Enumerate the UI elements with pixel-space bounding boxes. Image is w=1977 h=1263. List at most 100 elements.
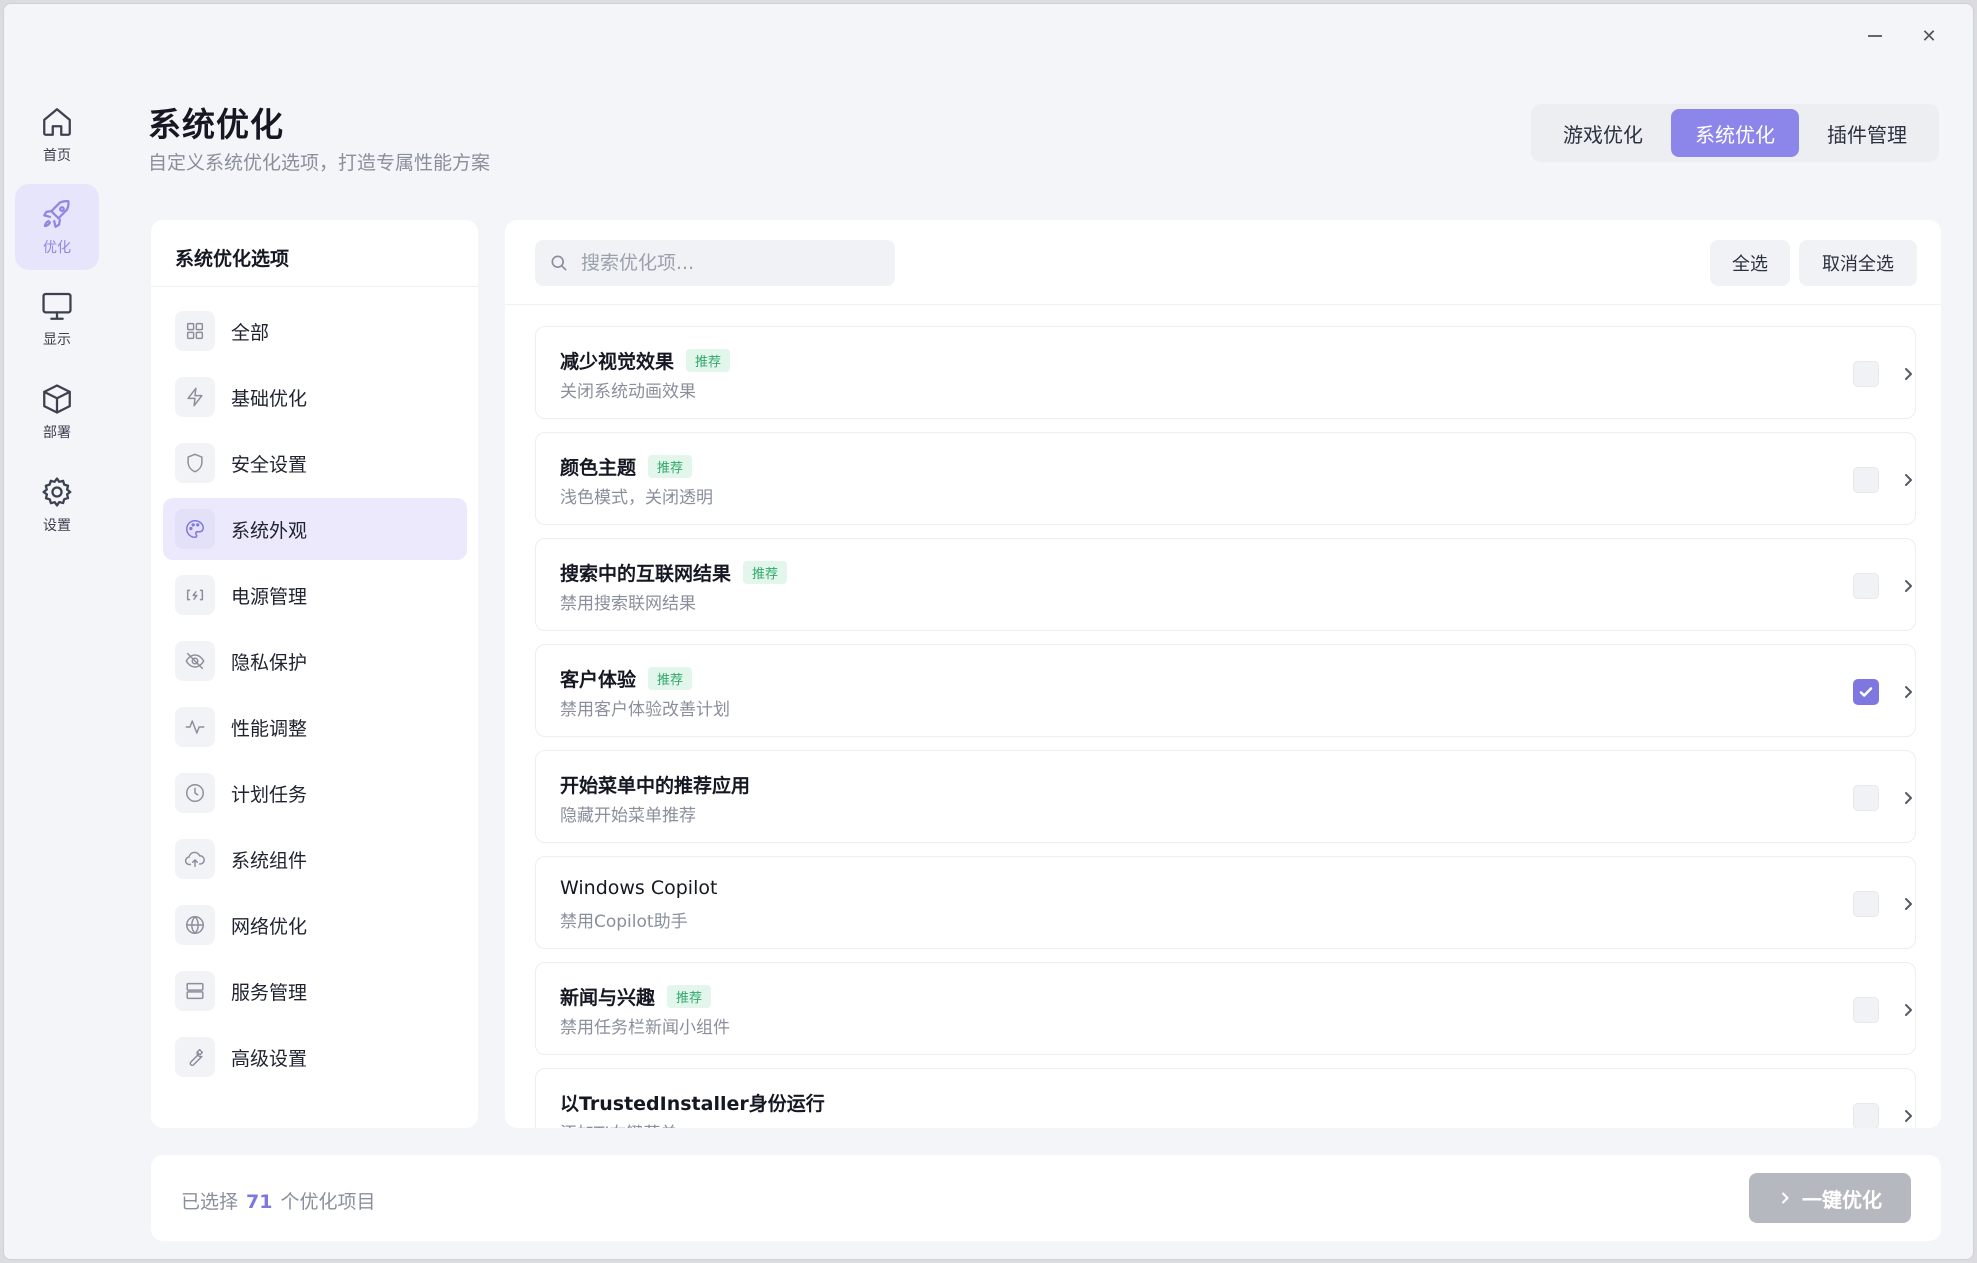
minimize-button[interactable] xyxy=(1855,22,1895,50)
nav-item-deploy[interactable]: 部署 xyxy=(15,369,99,455)
category-item-appearance[interactable]: 系统外观 xyxy=(163,498,467,560)
option-checkbox[interactable] xyxy=(1853,573,1879,599)
battery-icon xyxy=(186,589,204,601)
option-row[interactable]: Windows Copilot 禁用Copilot助手 xyxy=(535,856,1916,949)
option-title: 新闻与兴趣 推荐 xyxy=(560,983,712,1010)
expand-button[interactable] xyxy=(1896,361,1920,387)
selection-suffix: 个优化项目 xyxy=(280,1191,376,1213)
recommend-badge: 推荐 xyxy=(743,561,788,584)
check-icon xyxy=(1859,687,1873,697)
one-click-optimize-label: 一键优化 xyxy=(1802,1187,1882,1212)
box-icon xyxy=(43,384,71,414)
search-box xyxy=(535,240,895,286)
option-row[interactable]: 以TrustedInstaller身份运行 添加TI右键菜单 xyxy=(535,1068,1916,1128)
option-title: 客户体验 推荐 xyxy=(560,665,693,692)
nav-item-label: 设置 xyxy=(43,518,71,534)
category-label: 基础优化 xyxy=(231,387,308,410)
top-tab-bar: 游戏优化 系统优化 插件管理 xyxy=(1531,104,1939,162)
chevron-right-icon xyxy=(1905,474,1912,486)
eye-off-icon xyxy=(185,652,205,670)
server-icon xyxy=(186,982,204,1000)
expand-button[interactable] xyxy=(1896,891,1920,917)
divider xyxy=(505,304,1941,305)
wrench-icon xyxy=(189,1048,204,1067)
option-description: 关闭系统动画效果 xyxy=(560,382,696,402)
expand-button[interactable] xyxy=(1896,1103,1920,1128)
recommend-badge: 推荐 xyxy=(648,667,693,690)
category-item-advanced[interactable]: 高级设置 xyxy=(163,1026,467,1088)
option-checkbox-checked[interactable] xyxy=(1853,679,1879,705)
nav-item-optimize[interactable]: 优化 xyxy=(15,184,99,270)
option-row[interactable]: 新闻与兴趣 推荐 禁用任务栏新闻小组件 xyxy=(535,962,1916,1055)
chevron-right-icon xyxy=(1905,580,1912,592)
option-row[interactable]: 开始菜单中的推荐应用 隐藏开始菜单推荐 xyxy=(535,750,1916,843)
option-description: 禁用搜索联网结果 xyxy=(560,594,696,614)
option-row[interactable]: 搜索中的互联网结果 推荐 禁用搜索联网结果 xyxy=(535,538,1916,631)
category-item-performance[interactable]: 性能调整 xyxy=(163,696,467,758)
option-title-text: 客户体验 xyxy=(560,669,637,691)
category-item-security[interactable]: 安全设置 xyxy=(163,432,467,494)
category-item-all[interactable]: 全部 xyxy=(163,300,467,362)
category-item-components[interactable]: 系统组件 xyxy=(163,828,467,890)
option-title-text: 开始菜单中的推荐应用 xyxy=(560,775,751,797)
nav-item-label: 部署 xyxy=(43,425,71,441)
gear-icon xyxy=(42,477,72,507)
tab-plugin-manage[interactable]: 插件管理 xyxy=(1803,109,1931,157)
recommend-badge: 推荐 xyxy=(648,455,693,478)
category-label: 安全设置 xyxy=(231,453,308,476)
close-button[interactable]: ✕ xyxy=(1909,22,1949,50)
option-checkbox[interactable] xyxy=(1853,891,1879,917)
select-all-button[interactable]: 全选 xyxy=(1710,240,1790,286)
expand-button[interactable] xyxy=(1896,573,1920,599)
shield-icon xyxy=(187,453,203,473)
option-title: 颜色主题 推荐 xyxy=(560,453,693,480)
option-row[interactable]: 颜色主题 推荐 浅色模式，关闭透明 xyxy=(535,432,1916,525)
chevron-right-icon xyxy=(1905,1110,1912,1122)
option-row[interactable]: 客户体验 推荐 禁用客户体验改善计划 xyxy=(535,644,1916,737)
option-row[interactable]: 减少视觉效果 推荐 关闭系统动画效果 xyxy=(535,326,1916,419)
expand-button[interactable] xyxy=(1896,467,1920,493)
chevron-right-icon xyxy=(1782,1192,1789,1204)
one-click-optimize-button[interactable]: 一键优化 xyxy=(1749,1173,1911,1223)
palette-icon xyxy=(186,520,204,538)
expand-button[interactable] xyxy=(1896,679,1920,705)
option-title: Windows Copilot xyxy=(560,877,717,899)
nav-item-home[interactable]: 首页 xyxy=(15,92,99,178)
category-item-services[interactable]: 服务管理 xyxy=(163,960,467,1022)
category-item-network[interactable]: 网络优化 xyxy=(163,894,467,956)
option-checkbox[interactable] xyxy=(1853,785,1879,811)
option-checkbox[interactable] xyxy=(1853,997,1879,1023)
option-checkbox[interactable] xyxy=(1853,361,1879,387)
category-label: 性能调整 xyxy=(231,717,308,740)
search-input[interactable] xyxy=(581,252,881,274)
nav-item-label: 显示 xyxy=(43,332,71,348)
tab-system-optimize[interactable]: 系统优化 xyxy=(1671,109,1799,157)
option-title-text: 搜索中的互联网结果 xyxy=(560,563,732,585)
category-item-power[interactable]: 电源管理 xyxy=(163,564,467,626)
lightning-icon xyxy=(187,387,203,407)
category-item-scheduled-tasks[interactable]: 计划任务 xyxy=(163,762,467,824)
option-title: 减少视觉效果 推荐 xyxy=(560,347,731,374)
category-item-basic[interactable]: 基础优化 xyxy=(163,366,467,428)
tab-game-optimize[interactable]: 游戏优化 xyxy=(1539,109,1667,157)
page-title: 系统优化 xyxy=(148,105,284,144)
minimize-icon xyxy=(1868,35,1882,37)
option-checkbox[interactable] xyxy=(1853,1103,1879,1128)
category-item-privacy[interactable]: 隐私保护 xyxy=(163,630,467,692)
expand-button[interactable] xyxy=(1896,785,1920,811)
option-description: 禁用Copilot助手 xyxy=(560,912,688,932)
rocket-icon xyxy=(43,200,70,228)
deselect-all-button[interactable]: 取消全选 xyxy=(1799,240,1917,286)
expand-button[interactable] xyxy=(1896,997,1920,1023)
option-checkbox[interactable] xyxy=(1853,467,1879,493)
option-description: 浅色模式，关闭透明 xyxy=(560,488,713,508)
option-description: 禁用客户体验改善计划 xyxy=(560,700,730,720)
option-description: 添加TI右键菜单 xyxy=(560,1119,677,1128)
selection-prefix: 已选择 xyxy=(181,1191,239,1213)
nav-item-display[interactable]: 显示 xyxy=(15,276,99,362)
option-title: 开始菜单中的推荐应用 xyxy=(560,771,750,798)
nav-item-settings[interactable]: 设置 xyxy=(15,462,99,548)
chevron-right-icon xyxy=(1905,898,1912,910)
clock-icon xyxy=(186,784,204,802)
option-description: 禁用任务栏新闻小组件 xyxy=(560,1018,730,1038)
